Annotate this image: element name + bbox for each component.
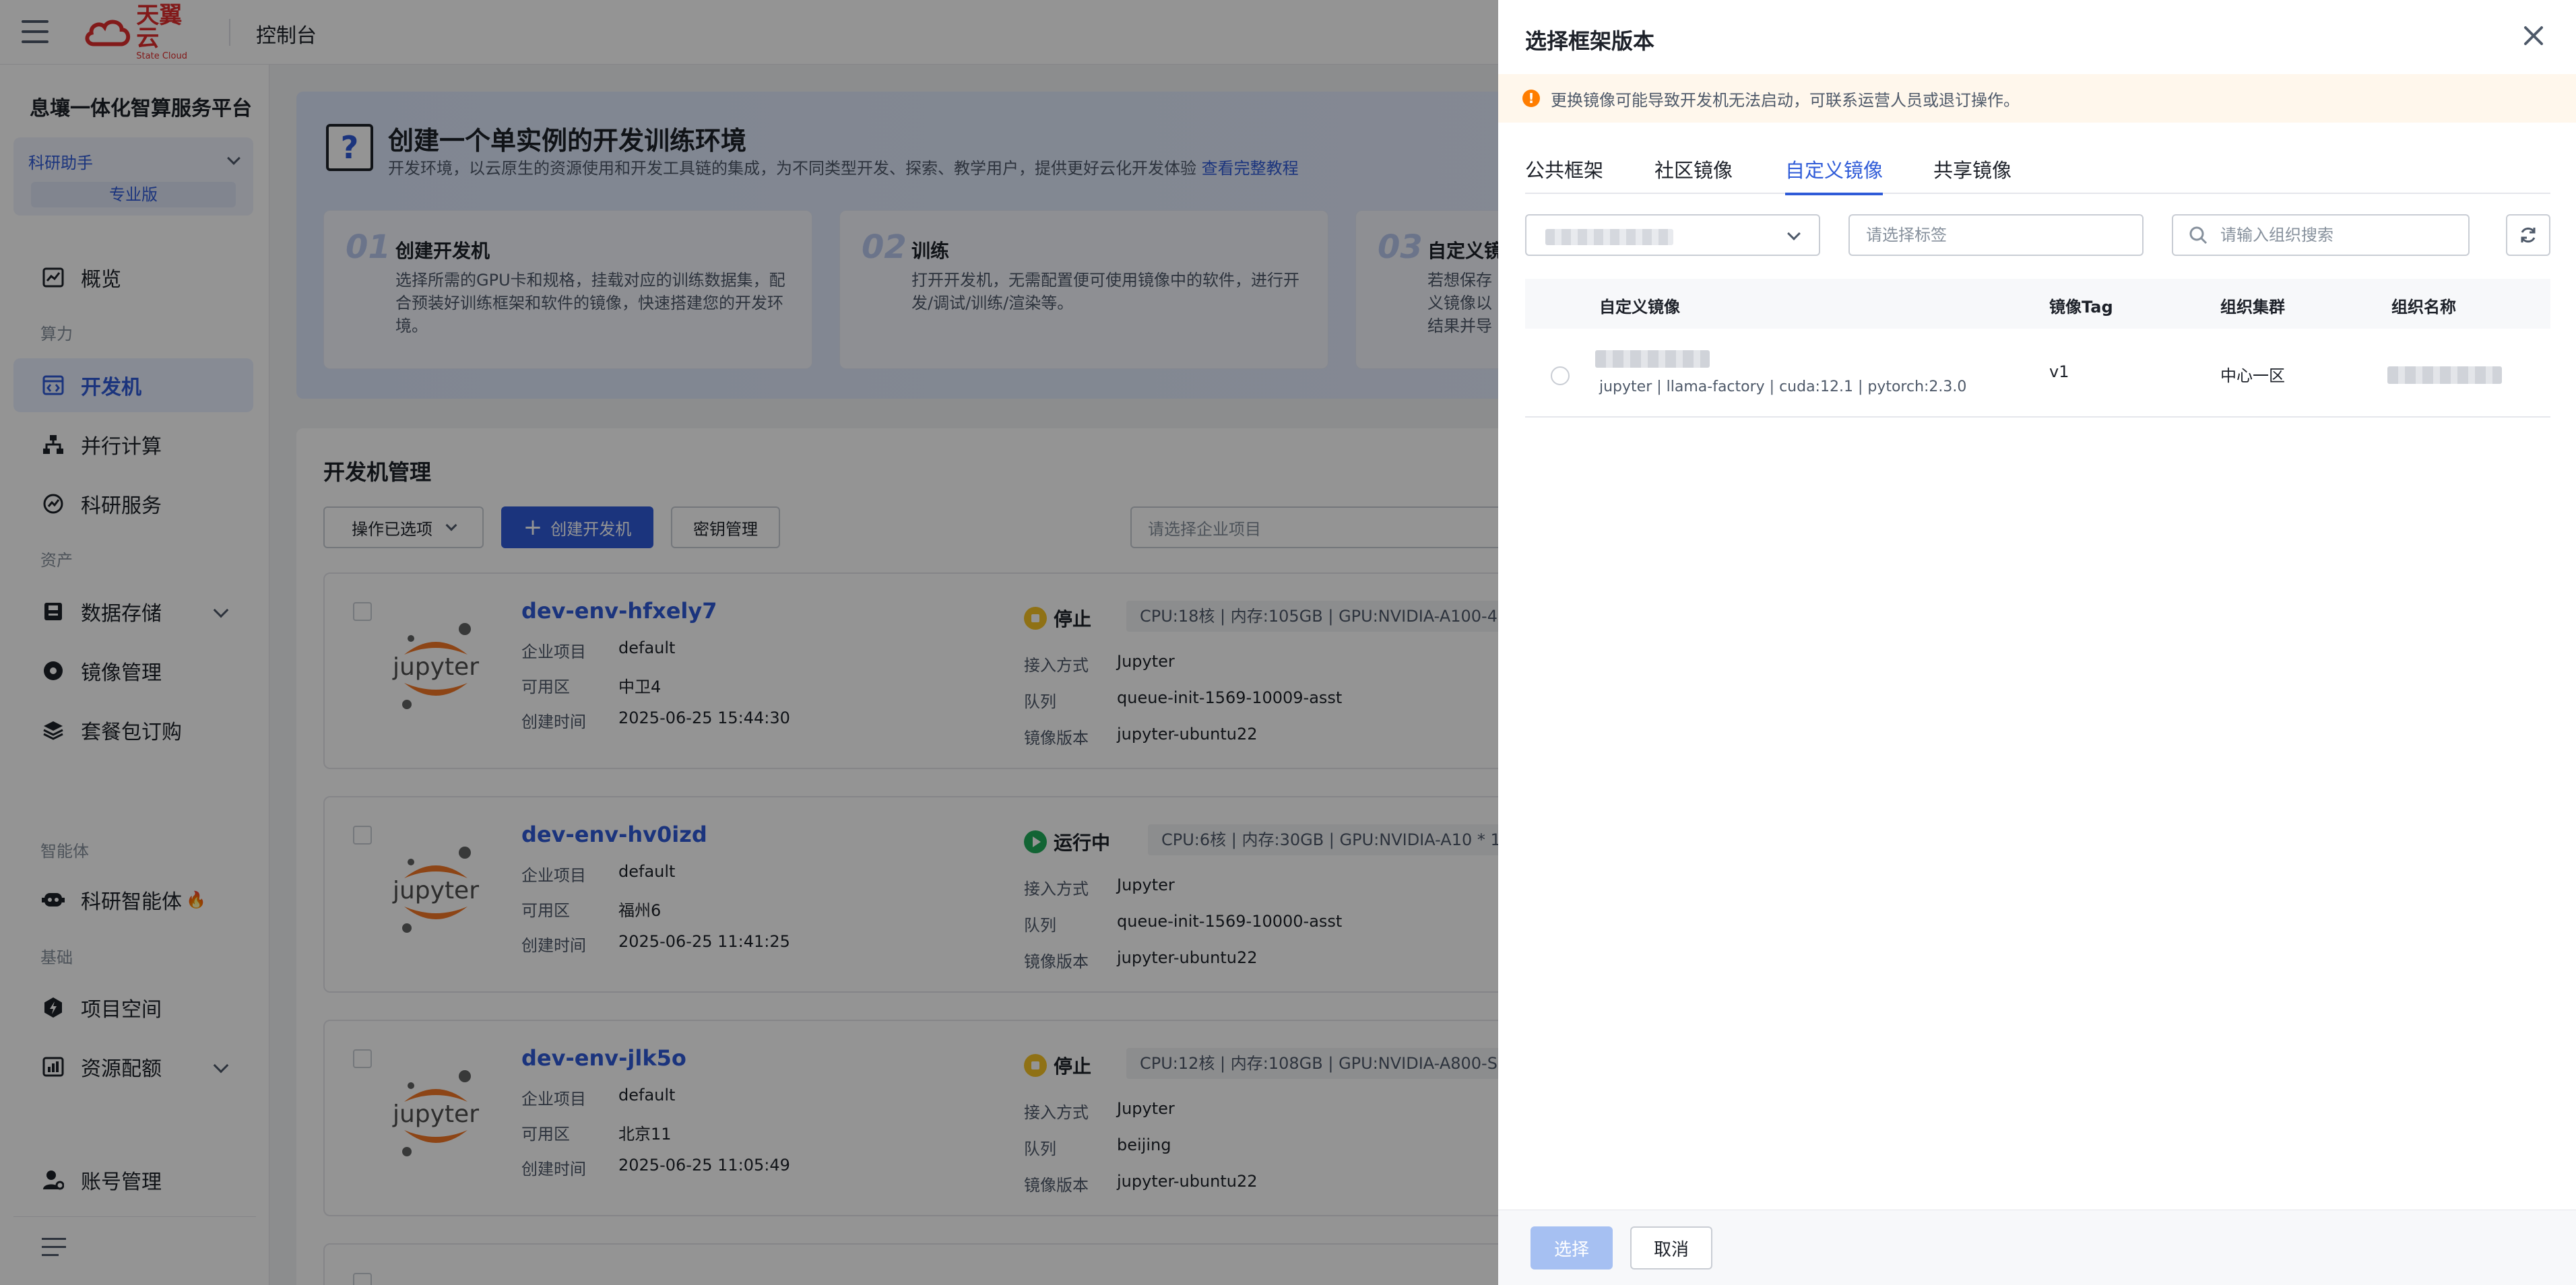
tab-shared-image[interactable]: 共享镜像 <box>1933 155 2011 194</box>
tab-custom-image[interactable]: 自定义镜像 <box>1785 155 1883 195</box>
row-radio[interactable] <box>1551 366 1570 385</box>
tab-community-image[interactable]: 社区镜像 <box>1654 155 1733 194</box>
chevron-down-icon <box>1787 227 1801 240</box>
image-tabs: 公共框架 社区镜像 自定义镜像 共享镜像 <box>1525 155 2550 195</box>
warning-text: 更换镜像可能导致开发机无法启动，可联系运营人员或退订操作。 <box>1551 90 2020 110</box>
table-row[interactable]: jupyter | llama-factory | cuda:12.1 | py… <box>1525 329 2550 418</box>
refresh-icon <box>2521 227 2536 243</box>
warning-icon: ! <box>1522 90 1540 107</box>
warning-alert: ! 更换镜像可能导致开发机无法启动，可联系运营人员或退订操作。 <box>1498 74 2576 123</box>
image-filter-select[interactable] <box>1525 214 1820 256</box>
column-header: 组织名称 <box>2391 298 2456 317</box>
column-header: 组织集群 <box>2220 298 2285 317</box>
table-header: 自定义镜像 镜像Tag 组织集群 组织名称 <box>1525 279 2550 329</box>
org-search <box>2172 214 2470 256</box>
redacted-value <box>1545 229 1673 245</box>
drawer-title: 选择框架版本 <box>1525 28 1655 54</box>
image-tag: v1 <box>2049 362 2069 381</box>
org-cluster: 中心一区 <box>2220 366 2285 385</box>
org-search-input[interactable] <box>2172 214 2470 256</box>
redacted-image-name <box>1595 350 1710 368</box>
refresh-button[interactable] <box>2506 214 2550 256</box>
search-icon <box>2189 226 2208 244</box>
close-icon[interactable] <box>2522 24 2545 47</box>
drawer-footer: 选择 取消 <box>1498 1210 2576 1285</box>
redacted-org-name <box>2387 366 2502 384</box>
modal-overlay[interactable] <box>0 0 1498 1285</box>
tag-select[interactable] <box>1848 214 2144 256</box>
column-header: 自定义镜像 <box>1599 298 1680 317</box>
select-button[interactable]: 选择 <box>1531 1226 1613 1270</box>
column-header: 镜像Tag <box>2049 298 2113 317</box>
select-framework-drawer: 选择框架版本 ! 更换镜像可能导致开发机无法启动，可联系运营人员或退订操作。 公… <box>1498 0 2576 1285</box>
image-description: jupyter | llama-factory | cuda:12.1 | py… <box>1599 378 1967 395</box>
cancel-button[interactable]: 取消 <box>1630 1226 1712 1270</box>
tab-public-framework[interactable]: 公共框架 <box>1525 155 1603 194</box>
